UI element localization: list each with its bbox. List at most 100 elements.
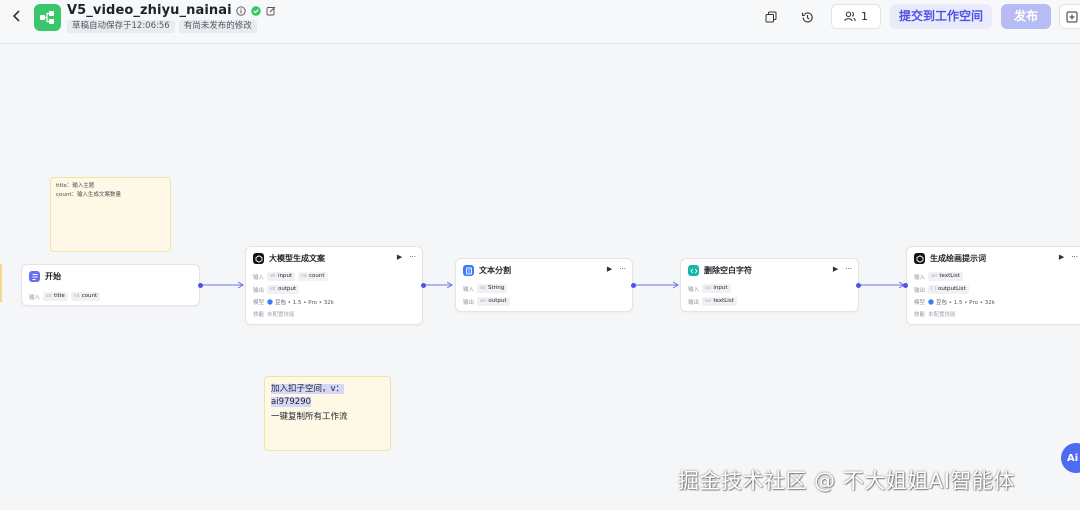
llm-icon xyxy=(253,253,264,264)
run-icon[interactable]: ▶ xyxy=(1059,253,1064,262)
param-chip: int count xyxy=(70,292,101,301)
param-type: str xyxy=(270,274,276,279)
node-draw-prompt[interactable]: 生成绘画提示词 ▶ ··· 输入 arr textList 输出 [ ] outpu… xyxy=(906,246,1080,325)
param-type: arr xyxy=(480,299,487,304)
model-value: 豆包 • 1.5 • Pro • 32k xyxy=(936,300,995,306)
row-label: 模型 xyxy=(253,300,265,306)
param-name: title xyxy=(53,293,65,299)
node-title: 开始 xyxy=(45,272,61,281)
row-label: 输入 xyxy=(914,274,926,281)
param-name: output xyxy=(277,286,297,292)
param-name: count xyxy=(81,293,98,299)
note-line: 一键复制所有工作流 xyxy=(271,412,348,422)
comment-note-params[interactable]: title：输入主题 count：输入生成文案数量 xyxy=(50,177,171,252)
start-icon xyxy=(29,271,40,282)
more-dots-icon[interactable]: ··· xyxy=(845,265,852,274)
doubao-icon xyxy=(267,299,273,305)
code-icon xyxy=(688,265,699,276)
run-icon[interactable]: ▶ xyxy=(607,265,612,274)
run-icon[interactable]: ▶ xyxy=(397,253,402,262)
row-label: 输入 xyxy=(688,286,700,293)
node-text-split[interactable]: 文本分割 ▶ ··· 输入 str String 输出 arr output xyxy=(455,258,633,312)
autosave-status: 草稿自动保存于12:06:56 xyxy=(67,20,175,33)
more-actions-icon xyxy=(1066,11,1078,22)
param-chip: int count xyxy=(298,272,328,281)
param-chip: str title xyxy=(43,292,68,301)
param-type: arr xyxy=(931,274,938,279)
param-name: input xyxy=(713,285,728,291)
row-label: 输出 xyxy=(253,287,265,294)
note-line: ai979290 xyxy=(271,397,312,407)
model-name: 豆包 • 1.5 • Pro • 32k xyxy=(928,298,995,306)
param-chip: arr output xyxy=(477,297,510,306)
history-icon[interactable] xyxy=(797,7,817,27)
row-label: 技能 xyxy=(914,312,926,318)
output-port[interactable] xyxy=(198,283,203,288)
row-label: 输出 xyxy=(463,299,475,306)
row-label: 输入 xyxy=(29,294,41,301)
param-type: str xyxy=(46,294,52,299)
node-title: 删除空白字符 xyxy=(704,266,752,275)
node-title: 生成绘画提示词 xyxy=(930,254,986,263)
note-line: 加入扣子空间，v： xyxy=(271,384,345,394)
row-label: 技能 xyxy=(253,312,265,318)
output-port[interactable] xyxy=(421,283,426,288)
param-name: output xyxy=(488,298,507,304)
offscreen-note-edge xyxy=(0,264,2,302)
run-icon[interactable]: ▶ xyxy=(833,265,838,274)
row-label: 输出 xyxy=(914,287,926,294)
param-type: arr xyxy=(705,286,712,291)
row-label: 输入 xyxy=(463,286,475,293)
more-dots-icon[interactable]: ··· xyxy=(409,253,416,262)
input-port[interactable] xyxy=(903,283,908,288)
more-dots-icon[interactable]: ··· xyxy=(619,265,626,274)
node-title: 大模型生成文案 xyxy=(269,254,325,263)
node-start[interactable]: 开始 输入 str title int count xyxy=(21,264,200,306)
info-icon[interactable] xyxy=(236,5,247,16)
param-type: str xyxy=(270,287,276,292)
output-port[interactable] xyxy=(856,283,861,288)
publish-button[interactable]: 发布 xyxy=(1001,4,1051,29)
param-chip: arr textList xyxy=(702,297,737,306)
top-toolbar: V5_video_zhiyu_nainai 草稿自动保存于12:06:56 有尚… xyxy=(0,0,1080,44)
submit-to-workspace-button[interactable]: 提交到工作空间 xyxy=(890,4,992,29)
unpublished-status: 有尚未发布的修改 xyxy=(178,20,257,33)
copy-icon[interactable] xyxy=(761,7,781,27)
more-button[interactable] xyxy=(1059,4,1080,29)
collaborator-count: 1 xyxy=(861,10,868,23)
output-port[interactable] xyxy=(631,283,636,288)
node-remove-whitespace[interactable]: 删除空白字符 ▶ ··· 输入 arr input 输出 arr textList xyxy=(680,258,859,312)
param-chip: arr input xyxy=(702,284,731,293)
row-label: 模型 xyxy=(914,300,926,306)
param-type: str xyxy=(480,286,486,291)
param-type: [ ] xyxy=(931,287,936,292)
param-name: input xyxy=(277,273,293,279)
param-type: arr xyxy=(705,299,712,304)
users-icon xyxy=(844,11,856,22)
param-chip: [ ] outputList xyxy=(928,285,969,294)
param-name: count xyxy=(309,273,325,279)
row-label: 输入 xyxy=(253,274,265,281)
node-llm-generate[interactable]: 大模型生成文案 ▶ ··· 输入 str input int count 输出 st… xyxy=(245,246,423,325)
skill-value: 未配置技能 xyxy=(267,312,295,318)
skill-value: 未配置技能 xyxy=(928,312,956,318)
edit-icon[interactable] xyxy=(266,5,277,16)
back-button[interactable] xyxy=(8,9,26,27)
note-line: count：输入生成文案数量 xyxy=(56,192,122,198)
note-line: title：输入主题 xyxy=(56,183,95,189)
more-dots-icon[interactable]: ··· xyxy=(1071,253,1078,262)
param-name: outputList xyxy=(937,286,966,292)
param-name: textList xyxy=(713,298,734,304)
watermark: 掘金技术社区 @ 不大姐姐AI智能体 xyxy=(678,469,1015,493)
text-split-icon xyxy=(463,265,474,276)
model-name: 豆包 • 1.5 • Pro • 32k xyxy=(267,298,334,306)
collaborators-button[interactable]: 1 xyxy=(831,4,881,29)
doubao-icon xyxy=(928,299,934,305)
param-type: int xyxy=(301,274,307,279)
node-title: 文本分割 xyxy=(479,266,511,275)
param-type: int xyxy=(73,294,80,299)
workflow-icon xyxy=(34,4,61,31)
param-name: textList xyxy=(939,273,960,279)
comment-note-promo[interactable]: 加入扣子空间，v： ai979290 一键复制所有工作流 xyxy=(264,376,391,451)
llm-icon xyxy=(914,253,925,264)
